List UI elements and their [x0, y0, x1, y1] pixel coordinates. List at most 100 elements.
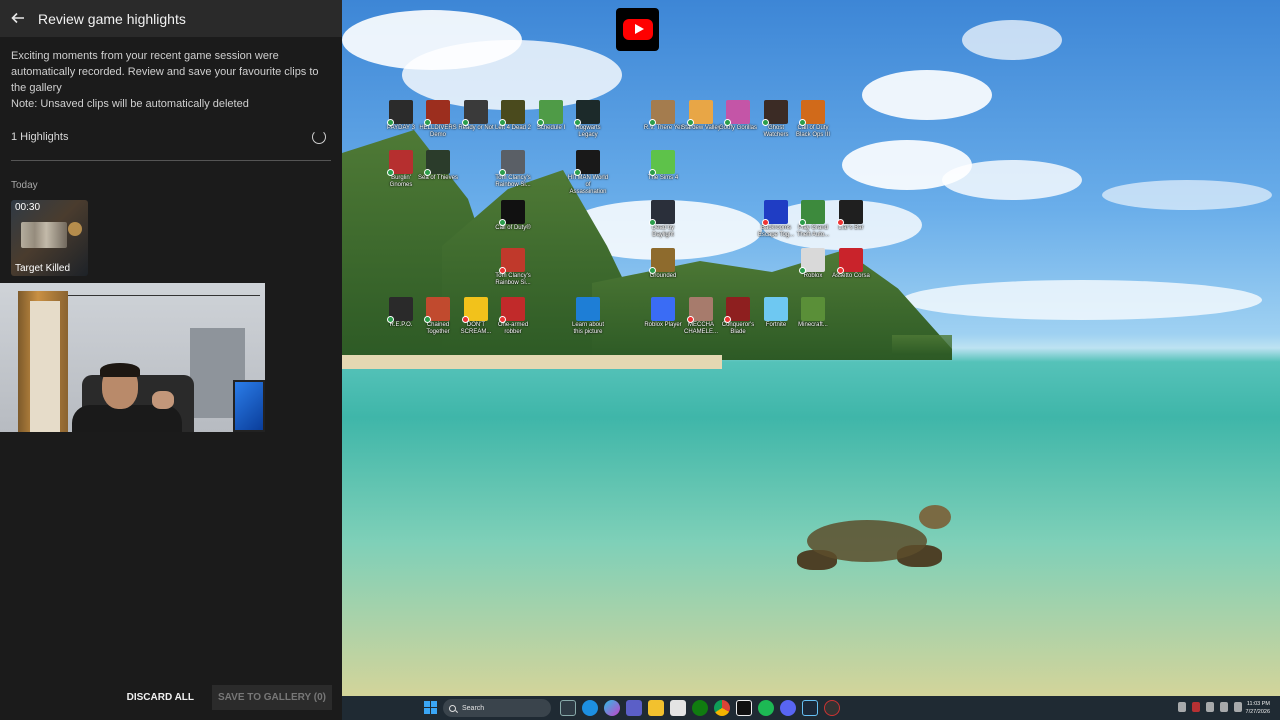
store-icon[interactable] [670, 700, 686, 716]
desktop-icon-label: The Sims 4 [647, 175, 679, 181]
desktop-icon[interactable]: Backrooms Escape Tog... [755, 200, 797, 239]
chevron-up-icon[interactable] [1178, 702, 1186, 712]
app-icon [837, 200, 863, 226]
taskbar-search[interactable]: Search [443, 699, 551, 717]
desktop-icon[interactable]: Grounded [642, 248, 684, 280]
desktop-icon[interactable]: Call of Duty® [492, 200, 534, 232]
microphone-icon[interactable] [1206, 702, 1214, 712]
desktop-icon-label: MECCHA CHAMELE... [683, 322, 718, 335]
app-icon [424, 150, 450, 176]
volume-icon[interactable] [1234, 702, 1242, 712]
desktop-icon[interactable]: Roblox [792, 248, 834, 280]
desktop-icon[interactable]: R.E.P.O. [380, 297, 422, 329]
wifi-icon[interactable] [1220, 702, 1228, 712]
highlight-clip[interactable]: 00:30 Target Killed [11, 200, 88, 276]
youtube-icon[interactable] [616, 8, 659, 51]
desktop-icon-label: Assetto Corsa [832, 273, 870, 279]
desktop-icon[interactable]: Goofy Gorillas [717, 100, 759, 132]
task-view-icon[interactable] [560, 700, 576, 716]
sync-ok-icon [649, 169, 656, 176]
desktop-icon[interactable]: Hogwarts Legacy [567, 100, 609, 139]
desktop-icon[interactable]: Burglin' Gnomes [380, 150, 422, 189]
app-icon [649, 100, 675, 126]
desktop-icon[interactable]: DON'T SCREAM... [455, 297, 497, 336]
sync-error-icon [837, 219, 844, 226]
chrome-icon[interactable] [714, 700, 730, 716]
desktop-icon[interactable]: Minecraft... [792, 297, 834, 329]
desktop-icon-label: Tom Clancy's Rainbow Si... [495, 175, 531, 188]
desktop-icon[interactable]: PAYDAY 3 [380, 100, 422, 132]
desktop-icon[interactable]: Fortnite [755, 297, 797, 329]
capcut-icon[interactable] [736, 700, 752, 716]
desktop-icon[interactable]: HELLDIVERS Demo [417, 100, 459, 139]
app-icon [764, 297, 788, 321]
app-icon [724, 100, 750, 126]
file-explorer-icon[interactable] [648, 700, 664, 716]
desktop-icon[interactable]: R.V. There Yet [642, 100, 684, 132]
desktop-icon[interactable]: Schedule I [530, 100, 572, 132]
desktop-icon-label: Sea of Thieves [418, 175, 458, 181]
sync-ok-icon [424, 169, 431, 176]
desktop-icon[interactable]: Call of Duty Black Ops III [792, 100, 834, 139]
edge-icon[interactable] [582, 700, 598, 716]
copilot-icon[interactable] [604, 700, 620, 716]
app-icon [799, 100, 825, 126]
desktop-icon-label: Fortnite [765, 322, 787, 328]
sync-ok-icon [499, 169, 506, 176]
sync-ok-icon [687, 119, 694, 126]
sync-ok-icon [574, 169, 581, 176]
desktop-icon[interactable]: Liar's Bar [830, 200, 872, 232]
taskbar-clock[interactable]: 11:03 PM 7/27/2026 [1246, 700, 1270, 716]
desktop-icon[interactable]: Ghost Watchers [755, 100, 797, 139]
desktop-icon-label: Burglin' Gnomes [389, 175, 413, 188]
desktop-icon[interactable]: Assetto Corsa [830, 248, 872, 280]
desktop-icon-label: Chained Together [426, 322, 450, 335]
xbox-icon[interactable] [692, 700, 708, 716]
desktop-icon[interactable]: Dead by Daylight [642, 200, 684, 239]
sync-ok-icon [799, 219, 806, 226]
sync-error-icon [462, 316, 469, 323]
desktop-icon-label: DON'T SCREAM... [460, 322, 492, 335]
spotify-icon[interactable] [758, 700, 774, 716]
refresh-icon[interactable] [312, 130, 326, 144]
desktop-icon[interactable]: Learn about this picture [567, 297, 609, 336]
desktop-icon[interactable]: Ready or Not [455, 100, 497, 132]
back-arrow-icon[interactable] [10, 10, 28, 28]
steam-icon[interactable] [802, 700, 818, 716]
desktop-icon[interactable]: The Sims 4 [642, 150, 684, 182]
desktop-icon[interactable]: One-armed robber [492, 297, 534, 336]
app-icon[interactable] [824, 700, 840, 716]
desktop-icon-label: Dead by Daylight [651, 225, 675, 238]
teams-icon[interactable] [626, 700, 642, 716]
app-icon [649, 248, 675, 274]
desktop-icon-label: R.E.P.O. [389, 322, 413, 328]
desktop-icon[interactable]: HITMAN World of Assassination [567, 150, 609, 196]
taskbar-apps [560, 700, 840, 716]
desktop-icon[interactable]: Play Grand Theft Auto... [792, 200, 834, 239]
desktop-icon-label: Schedule I [536, 125, 566, 131]
panel-actions: DISCARD ALL SAVE TO GALLERY (0) [0, 684, 342, 710]
desktop-icon[interactable]: Roblox Player [642, 297, 684, 329]
desktop-icon[interactable]: Sea of Thieves [417, 150, 459, 182]
desktop-icon[interactable]: MECCHA CHAMELE... [680, 297, 722, 336]
desktop-icon[interactable]: Tom Clancy's Rainbow Si... [492, 150, 534, 189]
sync-ok-icon [649, 219, 656, 226]
desktop-icon-label: One-armed robber [497, 322, 529, 335]
sync-ok-icon [387, 119, 394, 126]
discard-all-button[interactable]: DISCARD ALL [117, 686, 204, 709]
sync-error-icon [499, 316, 506, 323]
windows-start-icon[interactable] [424, 701, 437, 714]
desktop-icon[interactable]: Tom Clancy's Rainbow Si... [492, 248, 534, 287]
desktop-icon-label: Backrooms Escape Tog... [757, 225, 795, 238]
system-tray[interactable] [1178, 702, 1242, 712]
desktop-icon[interactable]: Stardew Valley [680, 100, 722, 132]
taskbar: Search 11:03 PM 7/27/2026 [342, 696, 1280, 720]
desktop-icon-label: Call of Duty Black Ops III [795, 125, 830, 138]
desktop-icon[interactable]: Chained Together [417, 297, 459, 336]
discord-icon[interactable] [780, 700, 796, 716]
desktop-icon[interactable]: Left 4 Dead 2 [492, 100, 534, 132]
antivirus-icon[interactable] [1192, 702, 1200, 712]
app-icon [424, 297, 450, 323]
save-to-gallery-button[interactable]: SAVE TO GALLERY (0) [212, 684, 332, 710]
desktop-icon[interactable]: Conqueror's Blade [717, 297, 759, 336]
